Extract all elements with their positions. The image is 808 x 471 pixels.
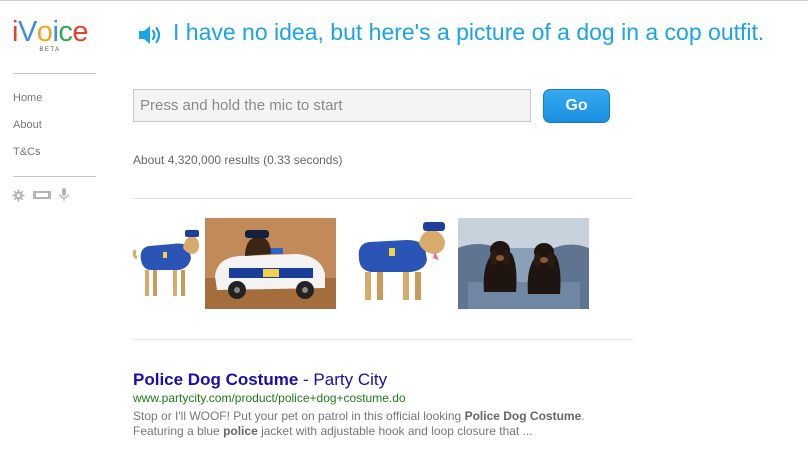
beta-badge: BETA <box>39 47 61 53</box>
logo-letter: e <box>72 16 89 48</box>
microphone-icon[interactable] <box>59 188 69 202</box>
snippet-highlight: police <box>223 424 258 438</box>
image-result-3[interactable] <box>345 218 451 309</box>
result-stats: About 4,320,000 results (0.33 seconds) <box>133 153 343 167</box>
result-snippet: Stop or I'll WOOF! Put your pet on patro… <box>133 409 603 439</box>
results-divider <box>133 198 633 199</box>
image-result-4[interactable] <box>458 218 589 309</box>
logo-letter: o <box>36 16 53 48</box>
gear-icon[interactable] <box>12 188 25 202</box>
top-border <box>0 0 808 1</box>
image-result-2[interactable] <box>205 218 336 309</box>
image-result-1[interactable] <box>133 218 201 309</box>
logo-letter: V <box>17 16 37 48</box>
ivoice-logo[interactable]: iVoice BETA <box>12 16 98 53</box>
sidebar-item-tcs[interactable]: T&Cs <box>13 144 42 171</box>
sidebar-tools <box>12 188 69 202</box>
result-title: Police Dog Costume <box>133 370 299 389</box>
sidebar-item-home[interactable]: Home <box>13 90 42 117</box>
snippet-highlight: Police Dog Costume <box>464 409 582 423</box>
search-input[interactable] <box>133 89 531 122</box>
logo-wordmark: iVoice <box>12 16 98 48</box>
results-divider <box>133 339 633 340</box>
result-title-separator: - <box>298 370 314 389</box>
result-title-link[interactable]: Police Dog Costume - Party City <box>133 370 387 390</box>
logo-letter: c <box>58 16 73 48</box>
speaker-icon[interactable] <box>137 23 163 47</box>
snippet-text: Stop or I'll WOOF! Put your pet on patro… <box>133 409 465 423</box>
result-site-name: Party City <box>313 370 388 389</box>
sidebar-item-about[interactable]: About <box>13 117 42 144</box>
keyboard-icon[interactable] <box>33 190 51 200</box>
result-url: www.partycity.com/product/police+dog+cos… <box>133 391 406 405</box>
go-button[interactable]: Go <box>543 89 610 123</box>
sidebar-divider <box>13 73 96 74</box>
voice-answer-text: I have no idea, but here's a picture of … <box>173 19 765 45</box>
snippet-text: jacket with adjustable hook and loop clo… <box>257 424 533 438</box>
sidebar-divider <box>13 176 96 177</box>
sidebar-nav: Home About T&Cs <box>13 90 42 171</box>
